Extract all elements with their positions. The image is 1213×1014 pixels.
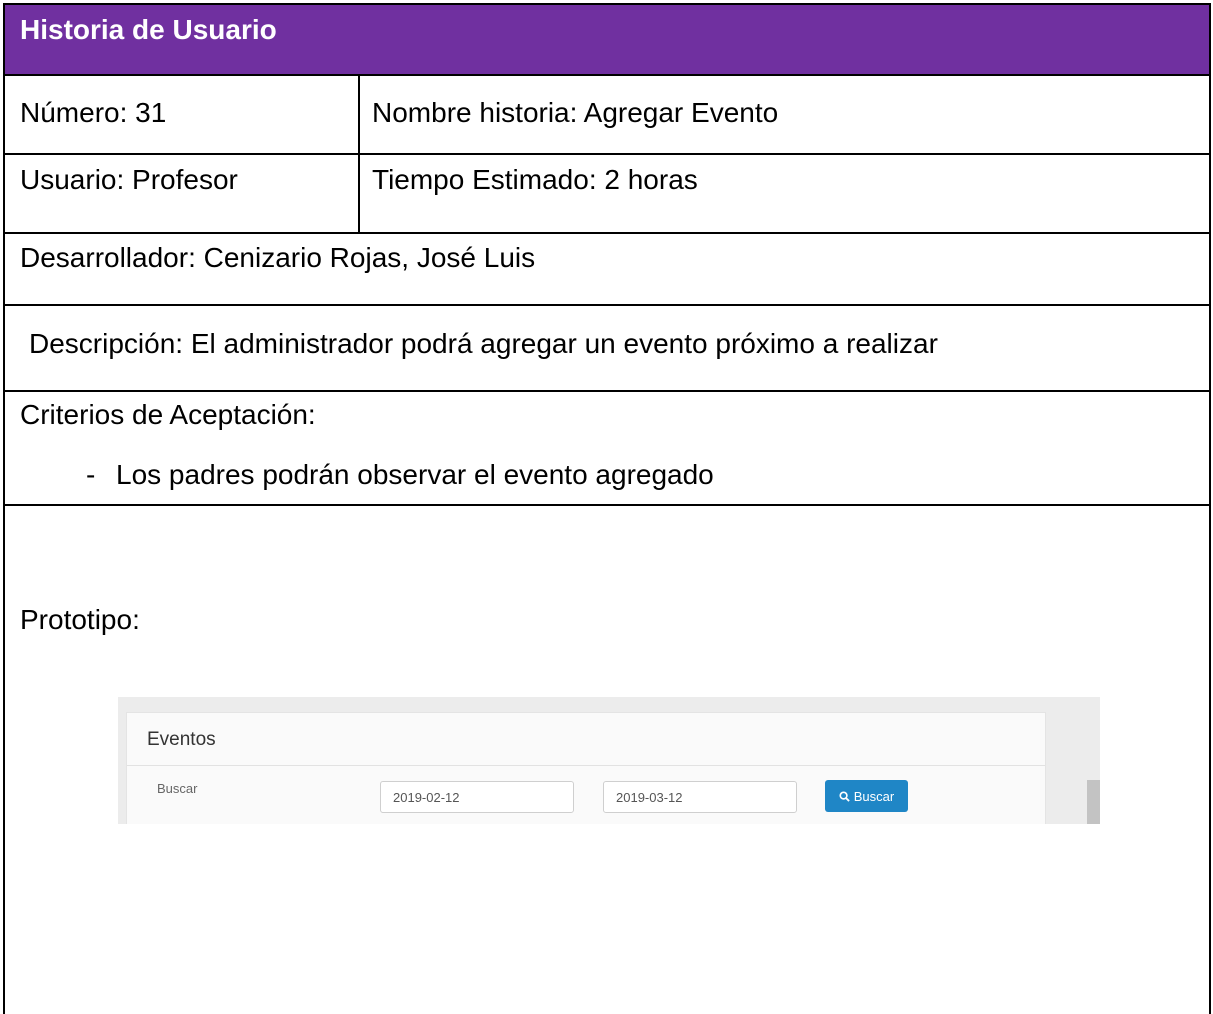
- search-button[interactable]: Buscar: [825, 780, 908, 812]
- acceptance-criteria-row: Criterios de Aceptación: - Los padres po…: [5, 392, 1209, 506]
- estimated-time: Tiempo Estimado: 2 horas: [372, 164, 698, 195]
- search-button-label: Buscar: [853, 788, 895, 804]
- criteria-label: Criterios de Aceptación:: [20, 399, 316, 430]
- date-to-input[interactable]: 2019-03-12: [603, 781, 797, 813]
- story-name: Nombre historia: Agregar Evento: [372, 97, 779, 128]
- events-panel: Eventos Buscar 2019-02-12 2019-03-12 Bus…: [126, 712, 1046, 824]
- story-number: Número: 31: [20, 97, 167, 128]
- prototype-label: Prototipo:: [20, 604, 140, 635]
- document-title: Historia de Usuario: [20, 14, 277, 45]
- events-panel-title: Eventos: [147, 729, 216, 750]
- number-name-row: Número: 31 Nombre historia: Agregar Even…: [5, 76, 1209, 155]
- search-label: Buscar: [157, 781, 198, 796]
- user-time-row: Usuario: Profesor Tiempo Estimado: 2 hor…: [5, 155, 1209, 234]
- story-user: Usuario: Profesor: [20, 164, 238, 195]
- user-story-document: Historia de Usuario Número: 31 Nombre hi…: [3, 3, 1211, 1014]
- developer-row: Desarrollador: Cenizario Rojas, José Lui…: [5, 234, 1209, 306]
- criteria-bullet: -: [86, 459, 96, 490]
- scrollbar-thumb[interactable]: [1087, 780, 1100, 824]
- prototype-row: Prototipo: Eventos Buscar 2019-02-12 201…: [5, 506, 1209, 1014]
- header-row: Historia de Usuario: [5, 5, 1209, 76]
- description-row: Descripción: El administrador podrá agre…: [5, 306, 1209, 392]
- column-divider: [358, 155, 360, 232]
- prototype-screenshot: Eventos Buscar 2019-02-12 2019-03-12 Bus…: [118, 697, 1100, 824]
- criteria-text: Los padres podrán observar el evento agr…: [116, 459, 714, 490]
- developer: Desarrollador: Cenizario Rojas, José Lui…: [20, 242, 536, 273]
- search-icon: [839, 790, 850, 802]
- events-panel-header: Eventos: [127, 713, 1045, 766]
- description: Descripción: El administrador podrá agre…: [29, 328, 938, 359]
- column-divider: [358, 76, 360, 155]
- date-from-input[interactable]: 2019-02-12: [380, 781, 574, 813]
